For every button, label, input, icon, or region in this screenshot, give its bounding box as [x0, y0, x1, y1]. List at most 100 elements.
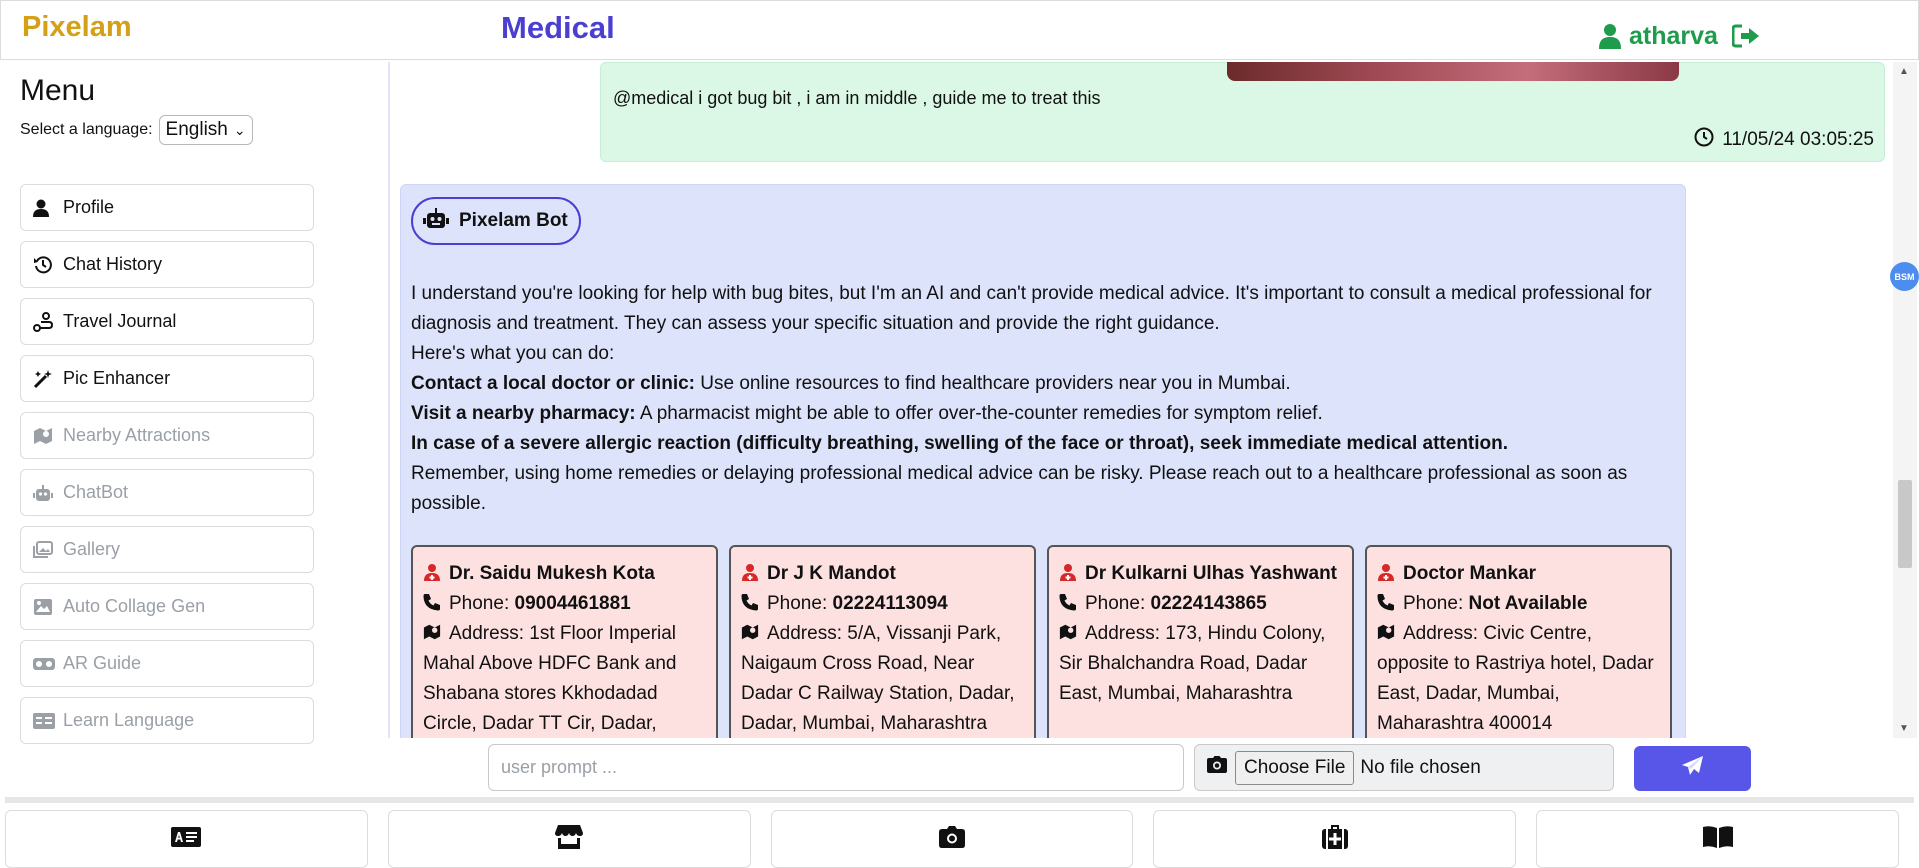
nav-store-button[interactable]: [387, 810, 751, 868]
chat-panel[interactable]: @medical i got bug bit , i am in middle …: [388, 62, 1919, 738]
phone-icon: [1059, 594, 1076, 611]
message-timestamp: 11/05/24 03:05:25: [1694, 127, 1874, 153]
language-label: Select a language:: [20, 121, 153, 138]
nav-book-button[interactable]: [1536, 810, 1899, 868]
sidebar-item-label: Profile: [63, 197, 115, 217]
language-dropdown[interactable]: English ⌄: [158, 115, 253, 145]
robot-icon: [423, 207, 459, 235]
tip-text: Use online resources to find healthcare …: [695, 373, 1291, 394]
username[interactable]: atharva: [1629, 22, 1718, 51]
logout-icon[interactable]: [1731, 24, 1760, 48]
tip-bold: In case of a severe allergic reaction (d…: [411, 433, 1509, 454]
chat-scrollbar[interactable]: ▲ ▼: [1893, 62, 1917, 738]
doctor-name: Doctor Mankar: [1403, 563, 1537, 584]
page-title: Medical: [501, 10, 615, 45]
user-icon: [33, 198, 57, 218]
bot-tip-emergency: In case of a severe allergic reaction (d…: [411, 429, 1671, 459]
nav-medical-button[interactable]: [1153, 810, 1517, 868]
doctor-card[interactable]: Dr Kulkarni Ulhas Yashwant Phone: 022241…: [1047, 545, 1354, 738]
sidebar-item-label: Nearby Attractions: [63, 425, 211, 445]
attached-image[interactable]: [1227, 62, 1679, 81]
history-icon: [33, 255, 57, 275]
sidebar-item-gallery[interactable]: Gallery: [20, 526, 314, 573]
image-icon: [33, 597, 57, 617]
brand-logo[interactable]: Pixelam: [22, 11, 132, 44]
book-icon: [1702, 825, 1733, 853]
send-button[interactable]: [1634, 746, 1751, 791]
journal-icon: [33, 311, 57, 332]
doctor-name-line: Dr. Saidu Mukesh Kota: [423, 559, 706, 589]
camera-icon: [938, 825, 965, 853]
side-floating-badge[interactable]: BSM: [1890, 262, 1919, 291]
magic-wand-icon: [33, 369, 57, 389]
map-marker-icon: [1059, 624, 1077, 640]
sidebar-item-label: Learn Language: [63, 710, 195, 730]
robot-icon: [33, 483, 57, 503]
doctor-address-line: Address: 5/A, Vissanji Park, Naigaum Cro…: [741, 619, 1024, 738]
map-marker-icon: [423, 624, 441, 640]
choose-file-button[interactable]: Choose File: [1235, 750, 1355, 785]
address-label: Address:: [1085, 623, 1160, 644]
bot-name: Pixelam Bot: [459, 210, 568, 231]
phone-icon: [1377, 594, 1394, 611]
doctor-card[interactable]: Dr J K Mandot Phone: 02224113094 Address…: [729, 545, 1036, 738]
bot-message: Pixelam Bot I understand you're looking …: [400, 184, 1686, 738]
doctor-name: Dr J K Mandot: [767, 563, 896, 584]
bot-message-body: I understand you're looking for help wit…: [411, 279, 1671, 519]
doctor-address-line: Address: 1st Floor Imperial Mahal Above …: [423, 619, 706, 738]
doctor-card[interactable]: Doctor Mankar Phone: Not Available Addre…: [1365, 545, 1672, 738]
images-icon: [33, 540, 57, 560]
file-upload: Choose File No file chosen: [1194, 744, 1614, 791]
sidebar-item-label: Chat History: [63, 254, 163, 274]
doctor-icon: [1060, 564, 1076, 581]
doctor-name-line: Dr J K Mandot: [741, 559, 1024, 589]
scroll-down-arrow-icon[interactable]: ▼: [1899, 723, 1909, 734]
doctor-address-line: Address: Civic Centre, opposite to Rastr…: [1377, 619, 1660, 738]
scroll-thumb[interactable]: [1898, 480, 1912, 568]
phone-label: Phone:: [767, 593, 828, 614]
doctor-phone-line: Phone: Not Available: [1377, 589, 1660, 619]
doctor-name: Dr Kulkarni Ulhas Yashwant: [1085, 563, 1338, 584]
doctor-phone-line: Phone: 02224143865: [1059, 589, 1342, 619]
phone-label: Phone:: [1403, 593, 1464, 614]
sidebar-item-profile[interactable]: Profile: [20, 184, 314, 231]
user-message-text: @medical i got bug bit , i am in middle …: [613, 88, 1101, 108]
sidebar-item-chat-history[interactable]: Chat History: [20, 241, 314, 288]
sidebar-item-learn-language[interactable]: Learn Language: [20, 697, 314, 744]
sidebar-item-ar-guide[interactable]: AR Guide: [20, 640, 314, 687]
phone-number[interactable]: 02224143865: [1151, 593, 1267, 614]
phone-number[interactable]: 09004461881: [515, 593, 631, 614]
address-label: Address:: [1403, 623, 1478, 644]
bot-closing: Remember, using home remedies or delayin…: [411, 463, 1628, 514]
sidebar-menu: Profile Chat History Travel Journal Pic …: [20, 184, 314, 754]
doctor-card[interactable]: Dr. Saidu Mukesh Kota Phone: 09004461881…: [411, 545, 718, 738]
sidebar-item-label: Pic Enhancer: [63, 368, 171, 388]
sidebar-item-chatbot[interactable]: ChatBot: [20, 469, 314, 516]
doctor-phone-line: Phone: 09004461881: [423, 589, 706, 619]
store-icon: [555, 824, 584, 854]
address-label: Address:: [449, 623, 524, 644]
nav-camera-button[interactable]: [770, 810, 1134, 868]
doctor-icon: [742, 564, 758, 581]
top-header: Pixelam Medical atharva: [0, 0, 1919, 60]
sidebar-item-auto-collage-gen[interactable]: Auto Collage Gen: [20, 583, 314, 630]
phone-label: Phone:: [449, 593, 510, 614]
doctor-phone-line: Phone: 02224113094: [741, 589, 1024, 619]
user-icon: [1599, 23, 1621, 49]
tip-text: A pharmacist might be able to offer over…: [635, 403, 1323, 424]
phone-number[interactable]: Not Available: [1469, 593, 1588, 614]
sidebar-item-label: Auto Collage Gen: [63, 596, 206, 616]
phone-number[interactable]: 02224113094: [833, 593, 948, 614]
bot-intro: I understand you're looking for help wit…: [411, 283, 1652, 334]
prompt-input[interactable]: user prompt ...: [488, 744, 1184, 791]
doctor-name: Dr. Saidu Mukesh Kota: [449, 563, 655, 584]
tip-bold: Visit a nearby pharmacy:: [411, 403, 636, 424]
vr-goggles-icon: [33, 654, 57, 674]
scroll-up-arrow-icon[interactable]: ▲: [1899, 66, 1909, 77]
nav-id-card-button[interactable]: [5, 810, 368, 868]
sidebar-item-nearby-attractions[interactable]: Nearby Attractions: [20, 412, 314, 459]
bottom-divider: [5, 797, 1914, 803]
sidebar-item-travel-journal[interactable]: Travel Journal: [20, 298, 314, 345]
sidebar-item-pic-enhancer[interactable]: Pic Enhancer: [20, 355, 314, 402]
timestamp-text: 11/05/24 03:05:25: [1722, 129, 1874, 150]
